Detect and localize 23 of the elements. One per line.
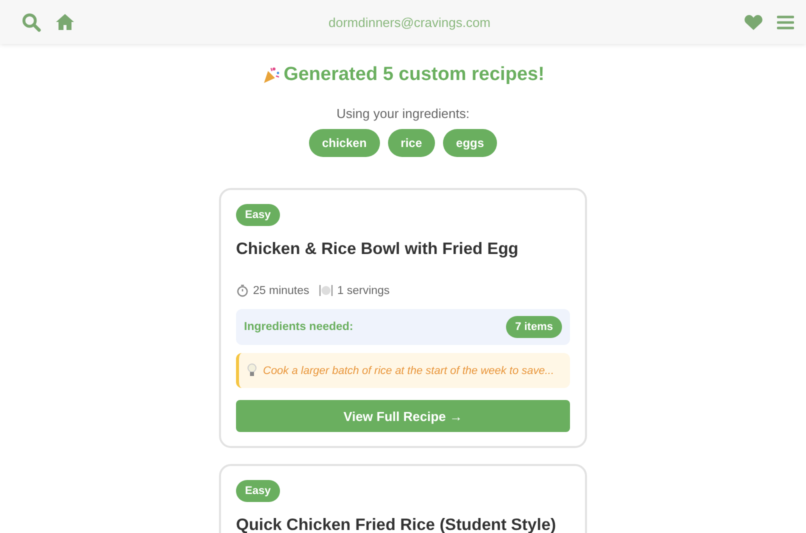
servings: 1 servings — [337, 284, 390, 296]
plate-icon — [319, 284, 334, 297]
search-icon[interactable] — [22, 12, 41, 32]
heart-icon[interactable] — [744, 14, 763, 30]
item-count-badge: 7 items — [506, 316, 562, 338]
stopwatch-icon — [236, 284, 249, 297]
ingredient-chip: eggs — [443, 129, 498, 157]
ingredients-needed-label: Ingredients needed: — [244, 321, 354, 333]
menu-icon[interactable] — [777, 14, 794, 30]
view-recipe-button[interactable]: View Full Recipe → — [236, 400, 570, 432]
ingredient-chip: rice — [388, 129, 436, 157]
tip-text: Cook a larger batch of rice at the start of the week to save... — [263, 364, 554, 376]
difficulty-badge: Easy — [236, 480, 280, 502]
light-bulb-icon — [247, 363, 257, 378]
recipe-title: Chicken & Rice Bowl with Fried Egg — [236, 240, 520, 259]
party-popper-icon — [262, 66, 280, 84]
ingredient-chip: chicken — [308, 129, 380, 157]
account-email: dormdinners@cravings.com — [328, 14, 491, 30]
results-heading: Generated 5 custom recipes! — [284, 64, 544, 86]
difficulty-badge: Easy — [236, 204, 280, 226]
ingredients-caption: Using your ingredients: — [336, 106, 470, 121]
cook-time: 25 minutes — [253, 284, 310, 296]
home-icon[interactable] — [55, 13, 75, 31]
